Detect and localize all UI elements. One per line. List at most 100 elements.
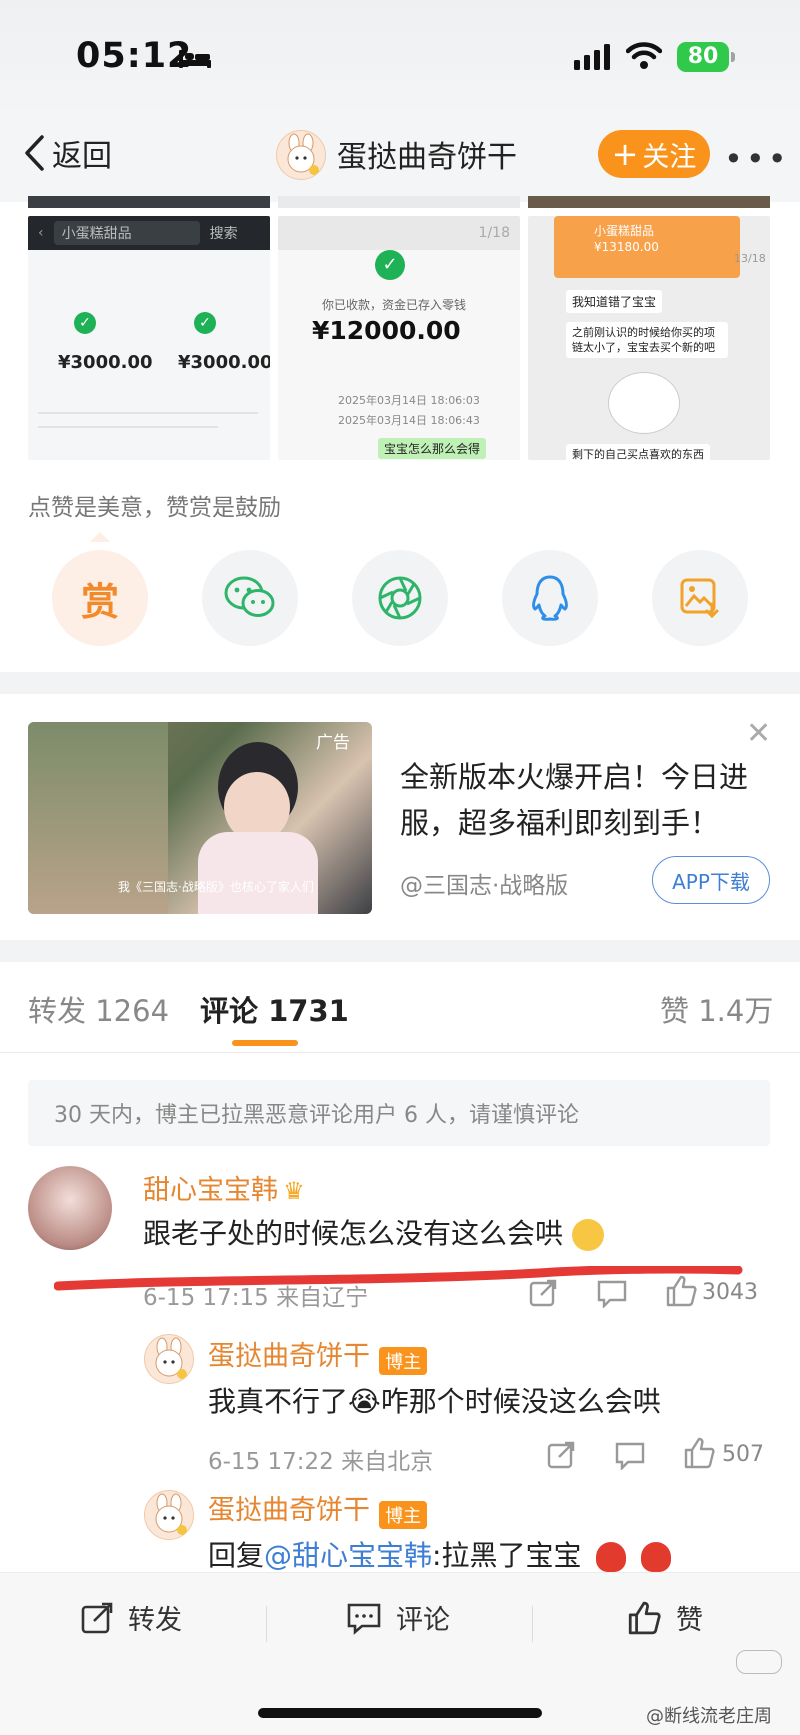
comment-text: 跟老子处的时候怎么没有这么会哄 bbox=[143, 1212, 604, 1252]
bottom-divider bbox=[532, 1606, 533, 1642]
received-text: 你已收款，资金已存入零钱 bbox=[322, 298, 467, 312]
thumb-pager: 13/18 bbox=[734, 252, 766, 265]
awkward-emoji-icon bbox=[571, 1219, 604, 1251]
reply-1-name-row: 蛋挞曲奇饼干 博主 bbox=[208, 1334, 428, 1375]
check-icon: ✓ bbox=[375, 250, 405, 280]
section-divider bbox=[0, 940, 800, 962]
image-row-top-partial bbox=[28, 196, 770, 208]
reply-body: :拉黑了宝宝 bbox=[432, 1539, 582, 1572]
ad-tag: 广告 bbox=[316, 733, 350, 753]
comment-icon bbox=[347, 1603, 381, 1635]
ad-headline[interactable]: 全新版本火爆开启！今日进服，超多福利即刻到手！ bbox=[400, 754, 780, 846]
mention-link[interactable]: @甜心宝宝韩 bbox=[264, 1539, 432, 1572]
like-count: 507 bbox=[722, 1442, 764, 1467]
repost-icon[interactable] bbox=[546, 1440, 576, 1470]
check-icon: ✓ bbox=[74, 312, 96, 334]
wifi-icon bbox=[626, 42, 662, 69]
author-avatar[interactable] bbox=[276, 130, 326, 180]
tab-active-indicator bbox=[232, 1040, 298, 1046]
avatar[interactable] bbox=[28, 1166, 112, 1250]
cellular-signal-icon bbox=[574, 44, 610, 70]
praise-text: 点赞是美意，赞赏是鼓励 bbox=[28, 495, 281, 521]
bunny-avatar-icon bbox=[287, 133, 319, 175]
thumb-pager: 1/18 bbox=[478, 225, 510, 241]
comment-notice: 30 天内，博主已拉黑恶意评论用户 6 人，请谨慎评论 bbox=[28, 1080, 770, 1146]
thumbs-up-icon[interactable] bbox=[682, 1436, 716, 1470]
comment-body: 跟老子处的时候怎么没有这么会哄 bbox=[143, 1217, 564, 1250]
post-image-2[interactable]: 1/18 ✓ 你已收款，资金已存入零钱 ¥12000.00 2025年03月14… bbox=[278, 216, 520, 460]
octopus-emoji-icon bbox=[641, 1542, 672, 1572]
reward-label: 赏 bbox=[80, 579, 119, 624]
avatar[interactable] bbox=[144, 1490, 194, 1540]
plus-icon: + bbox=[611, 135, 639, 173]
save-image-button[interactable] bbox=[652, 550, 748, 646]
share-qq-button[interactable] bbox=[502, 550, 598, 646]
transfer-card: 小蛋糕甜品 ¥13180.00 bbox=[554, 216, 740, 278]
battery-indicator: 80 bbox=[677, 42, 729, 72]
reply-2-name-row: 蛋挞曲奇饼干 博主 bbox=[208, 1488, 428, 1529]
section-divider bbox=[0, 672, 800, 694]
commenter-name[interactable]: 蛋挞曲奇饼干 bbox=[208, 1495, 370, 1526]
tab-comment[interactable]: 评论 1731 bbox=[200, 988, 349, 1030]
comment-1-name-row: 甜心宝宝韩 ♛ bbox=[143, 1168, 305, 1207]
transfer-name: 小蛋糕甜品 bbox=[594, 224, 655, 238]
time-1: 2025年03月14日 18:06:03 bbox=[338, 394, 480, 407]
post-image-1[interactable]: ‹ 小蛋糕甜品 搜索 ✓ ✓ ¥3000.00 ¥3000.00 bbox=[28, 216, 270, 460]
time-2: 2025年03月14日 18:06:43 bbox=[338, 414, 480, 427]
back-button[interactable]: 返回 bbox=[22, 128, 112, 178]
check-icon: ✓ bbox=[194, 312, 216, 334]
app-download-button[interactable]: APP下载 bbox=[652, 856, 770, 904]
close-icon[interactable]: ✕ bbox=[746, 716, 771, 751]
tab-repost[interactable]: 转发 1264 bbox=[28, 988, 169, 1030]
back-label: 返回 bbox=[52, 139, 112, 174]
thumbs-up-icon bbox=[628, 1601, 661, 1634]
reward-button[interactable]: 赏 bbox=[52, 550, 148, 646]
bottom-like-label: 赞 bbox=[676, 1605, 703, 1636]
qq-penguin-icon bbox=[532, 575, 568, 621]
bottom-repost-label: 转发 bbox=[128, 1605, 182, 1636]
chat-msg-2: 之前刚认识的时候给你买的项链太小了，宝宝去买个新的吧 bbox=[566, 322, 728, 358]
post-image-3[interactable]: 小蛋糕甜品 ¥13180.00 13/18 我知道错了宝宝 之前刚认识的时候给你… bbox=[528, 216, 770, 460]
comment-meta: 6-15 17:22 来自北京 bbox=[208, 1449, 434, 1475]
thumb-search-text: 小蛋糕甜品 bbox=[53, 221, 200, 245]
reply-text: 我真不行了😭咋那个时候没这么会哄 bbox=[208, 1385, 661, 1418]
red-annotation-stroke bbox=[54, 1266, 743, 1291]
battery-cap bbox=[731, 52, 735, 62]
reply-text: 回复@甜心宝宝韩:拉黑了宝宝 bbox=[208, 1534, 672, 1574]
tab-like[interactable]: 赞 1.4万 bbox=[660, 988, 773, 1030]
wechat-icon bbox=[224, 576, 275, 617]
chevron-left-icon bbox=[25, 135, 44, 171]
bottom-repost-button[interactable]: 转发 bbox=[80, 1598, 182, 1637]
share-moments-button[interactable] bbox=[352, 550, 448, 646]
home-indicator[interactable] bbox=[258, 1708, 542, 1718]
sleep-focus-icon bbox=[179, 50, 211, 68]
bunny-avatar-icon bbox=[155, 1337, 187, 1379]
octopus-emoji-icon bbox=[596, 1542, 627, 1572]
comment-icon[interactable] bbox=[614, 1440, 646, 1470]
watermark-text: @断线流老庄周 bbox=[646, 1706, 772, 1727]
more-options-button[interactable]: ••• bbox=[724, 140, 790, 178]
page-title: 蛋挞曲奇饼干 bbox=[337, 140, 517, 175]
bottom-like-button[interactable]: 赞 bbox=[626, 1598, 703, 1637]
amount-2: ¥3000.00 bbox=[178, 352, 270, 373]
bottom-divider bbox=[266, 1606, 267, 1642]
thumb-search-btn: 搜索 bbox=[209, 226, 238, 242]
watermark-logo bbox=[736, 1650, 782, 1674]
chat-bubble: 宝宝怎么那么会得 bbox=[378, 438, 487, 459]
amount-1: ¥3000.00 bbox=[58, 352, 153, 373]
transfer-amount: ¥13180.00 bbox=[594, 240, 659, 254]
bunny-sticker bbox=[608, 372, 680, 434]
blogger-badge: 博主 bbox=[379, 1346, 428, 1375]
bottom-comment-button[interactable]: 评论 bbox=[346, 1598, 450, 1637]
commenter-name[interactable]: 蛋挞曲奇饼干 bbox=[208, 1341, 370, 1372]
commenter-name[interactable]: 甜心宝宝韩 bbox=[143, 1175, 278, 1206]
follow-label: 关注 bbox=[642, 141, 697, 173]
follow-button[interactable]: + 关注 bbox=[598, 130, 710, 178]
chat-msg-3: 剩下的自己买点喜欢的东西 bbox=[566, 444, 710, 460]
share-wechat-button[interactable] bbox=[202, 550, 298, 646]
avatar[interactable] bbox=[144, 1334, 194, 1384]
ad-source[interactable]: @三国志·战略版 bbox=[400, 866, 568, 900]
big-amount: ¥12000.00 bbox=[312, 316, 461, 345]
tab-divider bbox=[0, 1052, 800, 1053]
chat-msg-1: 我知道错了宝宝 bbox=[566, 290, 663, 313]
